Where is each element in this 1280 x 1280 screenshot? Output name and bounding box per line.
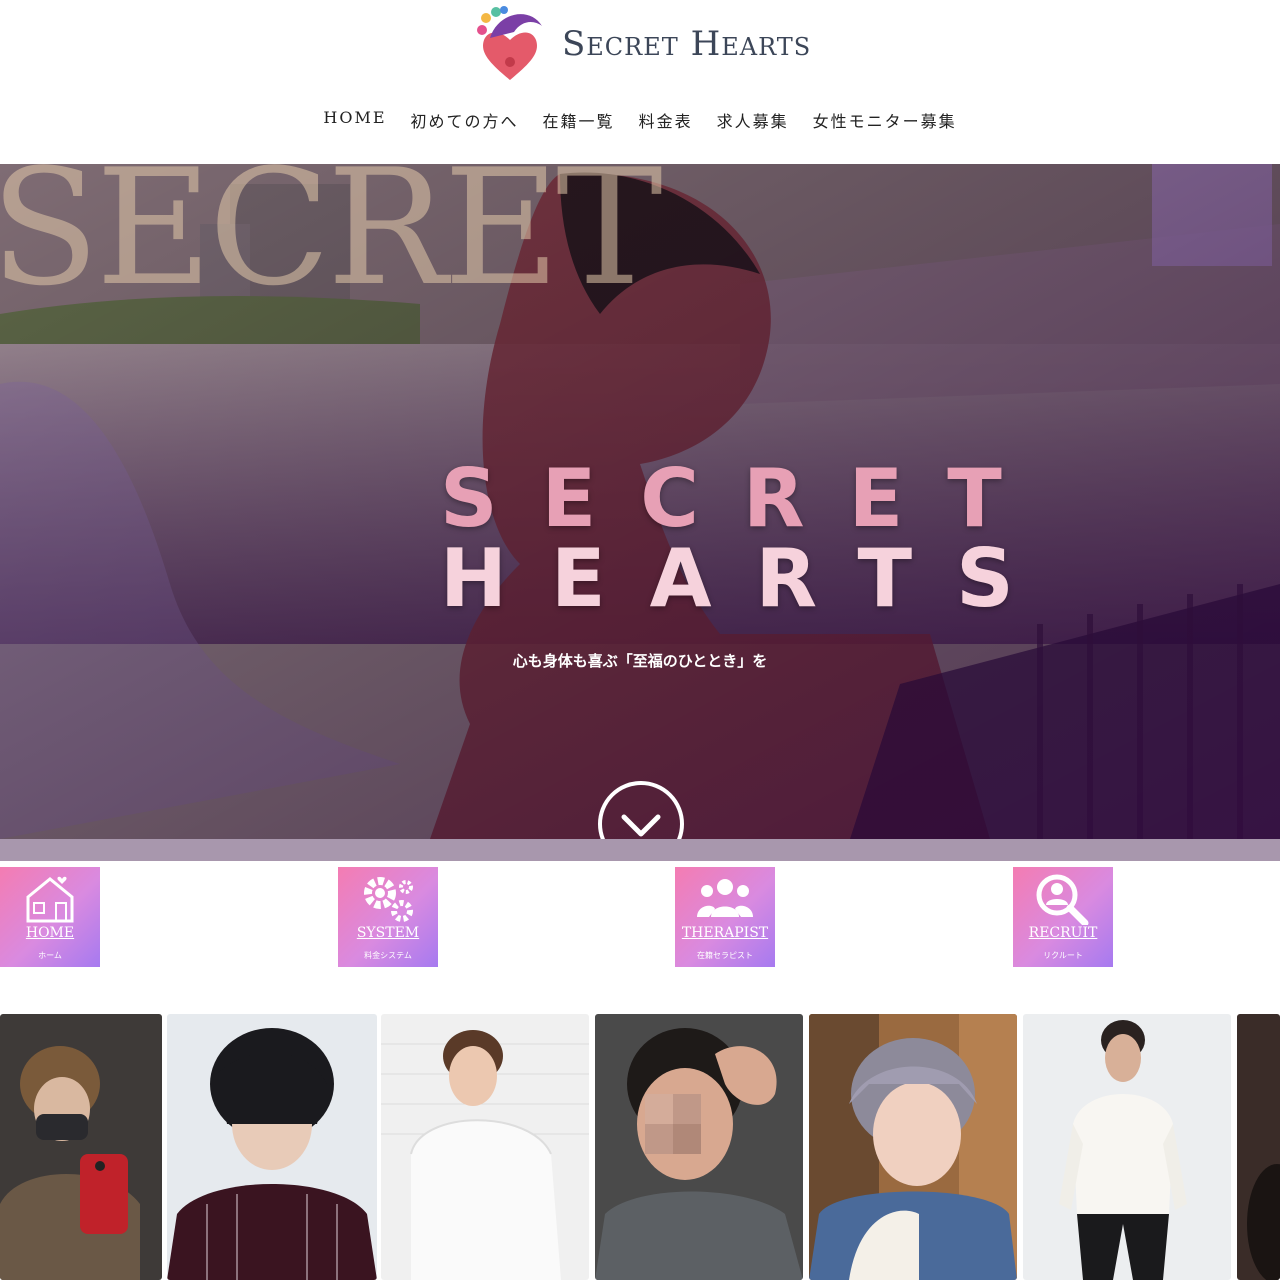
nav-female-monitor[interactable]: 女性モニター募集 [813, 108, 957, 132]
quick-link-tiles: HOME ホーム SYSTEM 料金システム THERAPIST 在籍セラピスト [0, 867, 1280, 967]
tile-therapist-sub: 在籍セラピスト [697, 951, 753, 960]
therapist-photo-image [381, 1014, 589, 1280]
therapist-photo[interactable] [809, 1014, 1017, 1280]
therapist-photo[interactable] [167, 1014, 377, 1280]
section-divider [0, 839, 1280, 861]
hero-background-word: SECRET [0, 164, 663, 321]
main-nav: HOME 初めての方へ 在籍一覧 料金表 求人募集 女性モニター募集 [0, 108, 1280, 132]
tile-recruit[interactable]: RECRUIT リクルート [1013, 867, 1113, 967]
tile-recruit-sub: リクルート [1043, 951, 1083, 960]
site-header: Secret Hearts HOME 初めての方へ 在籍一覧 料金表 求人募集 … [0, 0, 1280, 164]
hero-title-line1: SECRET [440, 452, 1046, 545]
chevron-down-icon [621, 814, 661, 837]
therapist-gallery [0, 1014, 1280, 1280]
hero-title: SECRET HEARTS [440, 452, 1058, 625]
group-icon [697, 879, 753, 917]
therapist-photo[interactable] [595, 1014, 803, 1280]
brand-logo[interactable]: Secret Hearts [470, 2, 815, 86]
scroll-down-button[interactable] [598, 781, 684, 839]
house-icon [26, 876, 74, 923]
therapist-photo-image [809, 1014, 1017, 1280]
heart-peacock-logo-icon [477, 6, 542, 80]
therapist-photo-image [595, 1014, 803, 1280]
therapist-photo-image [0, 1014, 162, 1280]
hero-banner: SECRET SECRET HEARTS 心も身体も喜ぶ「至福のひととき」を [0, 164, 1280, 839]
tile-system[interactable]: SYSTEM 料金システム [338, 867, 438, 967]
tile-system-sub: 料金システム [364, 951, 412, 960]
tile-home-sub: ホーム [38, 951, 62, 960]
therapist-photo-image [167, 1014, 377, 1280]
tile-home[interactable]: HOME ホーム [0, 867, 100, 967]
hero-title-line2: HEARTS [440, 532, 1058, 625]
brand-name: Secret Hearts [562, 24, 812, 64]
hero-tagline: 心も身体も喜ぶ「至福のひととき」を [512, 652, 768, 670]
tile-therapist[interactable]: THERAPIST 在籍セラピスト [675, 867, 775, 967]
therapist-photo[interactable] [1023, 1014, 1231, 1280]
therapist-photo-image [1237, 1014, 1280, 1280]
nav-pricing[interactable]: 料金表 [639, 108, 693, 132]
therapist-photo[interactable] [1237, 1014, 1280, 1280]
therapist-photo[interactable] [0, 1014, 162, 1280]
gears-icon [364, 877, 413, 922]
nav-home[interactable]: HOME [323, 108, 386, 132]
nav-cast-list[interactable]: 在籍一覧 [543, 108, 615, 132]
tile-recruit-label: RECRUIT [1028, 925, 1098, 941]
tile-home-label: HOME [25, 925, 75, 941]
nav-first-time[interactable]: 初めての方へ [411, 108, 519, 132]
nav-recruit[interactable]: 求人募集 [717, 108, 789, 132]
tile-system-label: SYSTEM [356, 925, 420, 941]
search-person-icon [1036, 874, 1089, 925]
tile-therapist-label: THERAPIST [681, 925, 769, 941]
therapist-photo[interactable] [381, 1014, 589, 1280]
therapist-photo-image [1023, 1014, 1231, 1280]
